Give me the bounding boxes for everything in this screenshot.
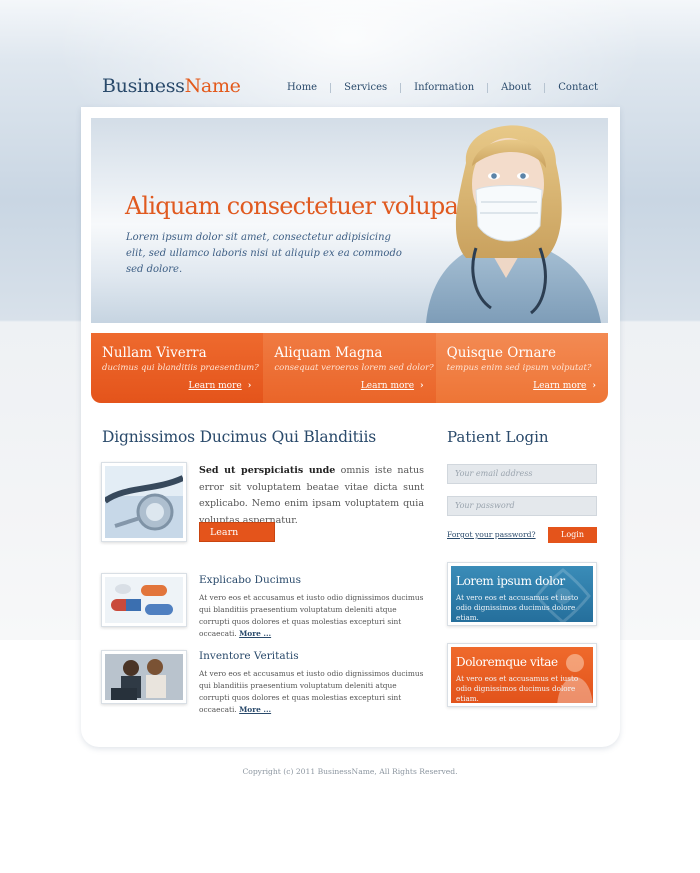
feature-tabs: Nullam Viverra ducimus qui blanditiis pr…	[91, 333, 608, 403]
tab-title: Nullam Viverra	[102, 345, 207, 361]
nav-information[interactable]: Information	[400, 83, 487, 93]
promo-box-blue[interactable]: Lorem ipsum dolor At vero eos et accusam…	[447, 562, 597, 626]
tab-learn-more-link[interactable]: Learn more ›	[361, 381, 424, 391]
item-title: Inventore Veritatis	[199, 650, 299, 662]
email-field[interactable]: Your email address	[447, 464, 597, 484]
tab-subtitle: tempus enim sed ipsum volputat?	[446, 363, 592, 373]
tab-subtitle: consequat veroeros lorem sed dolor?	[274, 363, 434, 373]
main-nav: Home Services Information About Contact	[274, 83, 598, 93]
chevron-right-icon: ›	[247, 381, 252, 391]
tab-learn-more-link[interactable]: Learn more ›	[189, 381, 252, 391]
feature-bold: Sed ut perspiciatis unde	[199, 465, 336, 476]
section-title: Dignissimos Ducimus Qui Blanditiis	[102, 428, 376, 446]
promo-text: At vero eos et accusamus et iusto odio d…	[456, 593, 579, 622]
tab-title: Quisque Ornare	[446, 345, 556, 361]
promo-title: Doloremque vitae	[456, 655, 558, 669]
logo-part-1: Business	[102, 75, 185, 97]
nav-home[interactable]: Home	[274, 83, 330, 93]
more-link[interactable]: More ...	[239, 705, 271, 714]
stethoscope-image	[101, 462, 187, 542]
tab-learn-more-link[interactable]: Learn more ›	[533, 381, 596, 391]
feature-text: Sed ut perspiciatis unde omnis iste natu…	[199, 463, 424, 529]
hero-banner: Aliquam consectetuer volupat Lorem ipsum…	[91, 118, 608, 323]
promo-box-orange[interactable]: Doloremque vitae At vero eos et accusamu…	[447, 643, 597, 707]
tab-nullam-viverra[interactable]: Nullam Viverra ducimus qui blanditiis pr…	[91, 333, 264, 403]
nav-contact[interactable]: Contact	[544, 83, 598, 93]
tab-subtitle: ducimus qui blanditiis praesentium?	[102, 363, 259, 373]
forgot-password-link[interactable]: Forgot your password?	[447, 530, 536, 539]
people-image	[101, 650, 187, 704]
doctor-photo	[426, 125, 601, 323]
promo-title: Lorem ipsum dolor	[456, 574, 565, 588]
chevron-right-icon: ›	[592, 381, 596, 391]
chevron-right-icon: ›	[241, 547, 246, 558]
nav-services[interactable]: Services	[330, 83, 400, 93]
pills-image	[101, 573, 187, 627]
site-header: BusinessName Home Services Information A…	[102, 75, 602, 105]
tab-quisque-ornare[interactable]: Quisque Ornare tempus enim sed ipsum vol…	[435, 333, 608, 403]
hero-text: Lorem ipsum dolor sit amet, consectetur …	[126, 232, 402, 275]
nav-about[interactable]: About	[487, 83, 544, 93]
promo-text: At vero eos et accusamus et iusto odio d…	[456, 674, 579, 703]
logo-part-2: Name	[184, 75, 241, 97]
item-title: Explicabo Ducimus	[199, 574, 302, 586]
login-title: Patient Login	[447, 428, 549, 446]
footer-copyright: Copyright (c) 2011 BusinessName, All Rig…	[242, 767, 458, 776]
item-text: At vero eos et accusamus et iusto odio d…	[199, 593, 424, 638]
password-field[interactable]: Your password	[447, 496, 597, 516]
chevron-right-icon: ›	[420, 381, 424, 391]
login-button[interactable]: Login	[548, 527, 597, 543]
logo[interactable]: BusinessName	[102, 75, 241, 97]
tab-title: Aliquam Magna	[274, 345, 383, 361]
more-link[interactable]: More ...	[239, 629, 271, 638]
learn-more-button[interactable]: Learn more ›	[199, 522, 275, 558]
tab-aliquam-magna[interactable]: Aliquam Magna consequat veroeros lorem s…	[263, 333, 436, 403]
item-text: At vero eos et accusamus et iusto odio d…	[199, 669, 424, 714]
